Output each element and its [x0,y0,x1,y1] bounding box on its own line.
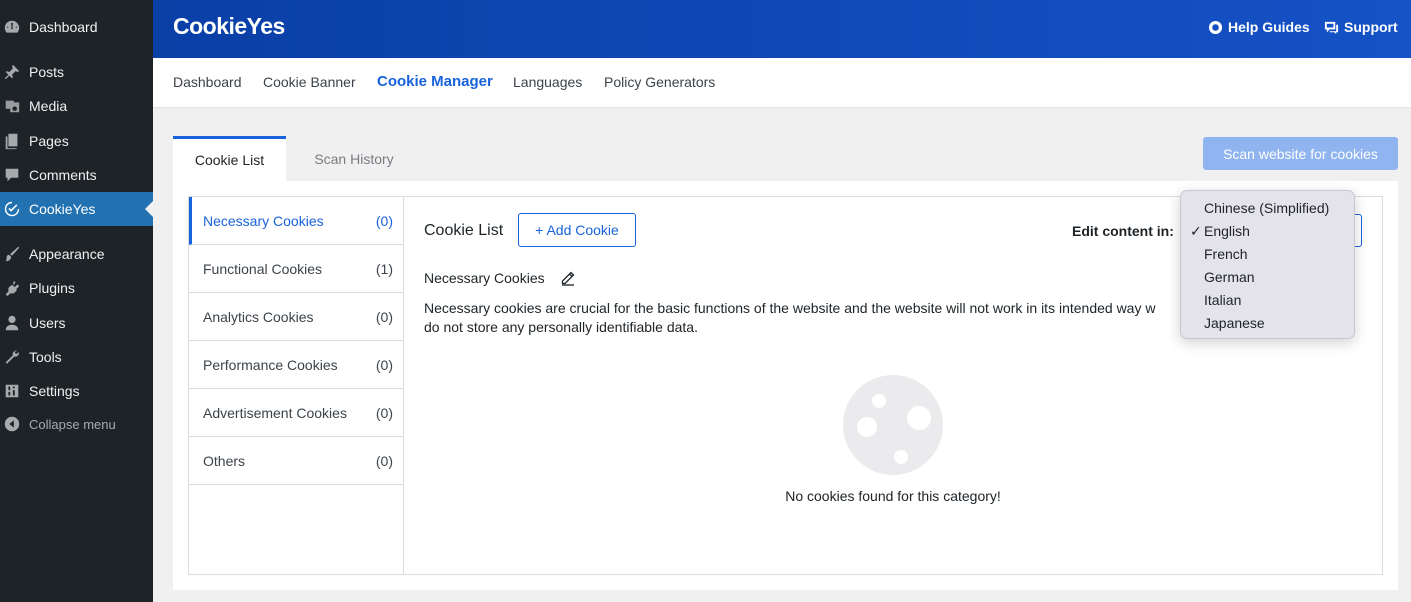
help-guides-label: Help Guides [1228,19,1310,35]
category-name: Necessary Cookies [203,212,324,229]
add-cookie-button[interactable]: + Add Cookie [518,213,636,247]
sidebar-item-dashboard[interactable]: Dashboard [0,10,153,44]
nav-languages[interactable]: Languages [513,74,582,90]
category-name: Others [203,452,246,469]
category-name: Performance Cookies [203,356,338,373]
collapse-menu-button[interactable]: Collapse menu [0,407,153,441]
sidebar-item-plugins[interactable]: Plugins [0,271,153,305]
admin-sidebar: Dashboard Posts Media Pages Comments Coo… [0,0,153,602]
category-count: (0) [375,452,393,469]
plugin-nav: Dashboard Cookie Banner Cookie Manager L… [153,58,1411,108]
sidebar-item-label: CookieYes [29,201,96,217]
sidebar-item-appearance[interactable]: Appearance [0,237,153,271]
language-option-french[interactable]: French [1181,243,1354,266]
category-item-performance[interactable]: Performance Cookies (0) [189,341,403,389]
language-option-chinese[interactable]: Chinese (Simplified) [1181,197,1354,220]
settings-icon [2,381,22,401]
sidebar-item-label: Appearance [29,246,105,262]
dashboard-icon [2,17,22,37]
support-link[interactable]: Support [1324,19,1398,35]
sidebar-item-label: Comments [29,167,97,183]
sidebar-item-label: Pages [29,133,69,149]
empty-message: No cookies found for this category! [785,488,1001,504]
sidebar-item-label: Posts [29,64,65,80]
language-option-german[interactable]: German [1181,266,1354,289]
nav-cookie-manager[interactable]: Cookie Manager [377,73,493,90]
sidebar-item-cookieyes[interactable]: CookieYes [0,192,153,226]
nav-policy-generators[interactable]: Policy Generators [604,74,715,90]
category-item-functional[interactable]: Functional Cookies (1) [189,245,403,293]
sidebar-item-settings[interactable]: Settings [0,374,153,408]
media-icon [2,96,22,116]
category-name: Analytics Cookies [203,308,314,325]
help-guides-link[interactable]: Help Guides [1208,19,1310,35]
sidebar-item-tools[interactable]: Tools [0,340,153,374]
sidebar-item-posts[interactable]: Posts [0,55,153,89]
lifebuoy-icon [1208,20,1223,34]
category-count: (0) [375,308,393,325]
category-count: (0) [375,404,393,421]
sidebar-item-media[interactable]: Media [0,89,153,123]
language-option-italian[interactable]: Italian [1181,289,1354,312]
nav-cookie-banner[interactable]: Cookie Banner [263,74,356,90]
category-heading: Necessary Cookies [424,270,576,286]
category-count: (0) [375,356,393,373]
collapse-menu-label: Collapse menu [29,416,116,432]
brush-icon [2,244,22,264]
sidebar-item-label: Settings [29,383,80,399]
comment-icon [2,165,22,185]
chat-icon [1324,21,1339,34]
empty-cookie-icon [843,375,943,475]
category-heading-text: Necessary Cookies [424,270,545,286]
cookieyes-logo: CookieYes [173,13,285,39]
checkmark-icon: ✓ [1190,223,1202,239]
sidebar-item-label: Dashboard [29,19,98,35]
user-icon [2,313,22,333]
category-count: (1) [375,260,393,277]
category-name: Functional Cookies [203,260,323,277]
content-title: Cookie List [424,222,504,239]
category-item-advertisement[interactable]: Advertisement Cookies (0) [189,389,403,437]
language-option-english[interactable]: ✓ English [1181,220,1354,243]
plugin-icon [2,278,22,298]
support-label: Support [1344,19,1398,35]
category-count: (0) [375,212,393,229]
sidebar-item-comments[interactable]: Comments [0,158,153,192]
sidebar-item-label: Tools [29,349,62,365]
tab-scan-history[interactable]: Scan History [290,136,418,181]
tab-cookie-list[interactable]: Cookie List [173,136,286,181]
category-list: Necessary Cookies (0) Functional Cookies… [189,197,404,574]
category-item-others[interactable]: Others (0) [189,437,403,485]
collapse-icon [2,414,22,434]
plugin-header: CookieYes Help Guides Support [153,0,1411,58]
pages-icon [2,131,22,151]
pushpin-icon [2,62,22,82]
sidebar-item-label: Plugins [29,280,75,296]
sidebar-item-pages[interactable]: Pages [0,124,153,158]
edit-content-label: Edit content in: [1072,223,1174,239]
sidebar-item-label: Users [29,315,66,331]
pencil-icon[interactable] [560,270,576,286]
category-name: Advertisement Cookies [203,404,347,421]
scan-website-button[interactable]: Scan website for cookies [1203,137,1398,170]
category-item-analytics[interactable]: Analytics Cookies (0) [189,293,403,341]
nav-dashboard[interactable]: Dashboard [173,74,242,90]
language-dropdown-menu: Chinese (Simplified) ✓ English French Ge… [1180,190,1355,339]
sidebar-item-users[interactable]: Users [0,306,153,340]
wrench-icon [2,347,22,367]
category-item-necessary[interactable]: Necessary Cookies (0) [189,197,403,245]
cookieyes-icon [2,199,22,219]
language-option-japanese[interactable]: Japanese [1181,312,1354,335]
sidebar-item-label: Media [29,98,68,114]
